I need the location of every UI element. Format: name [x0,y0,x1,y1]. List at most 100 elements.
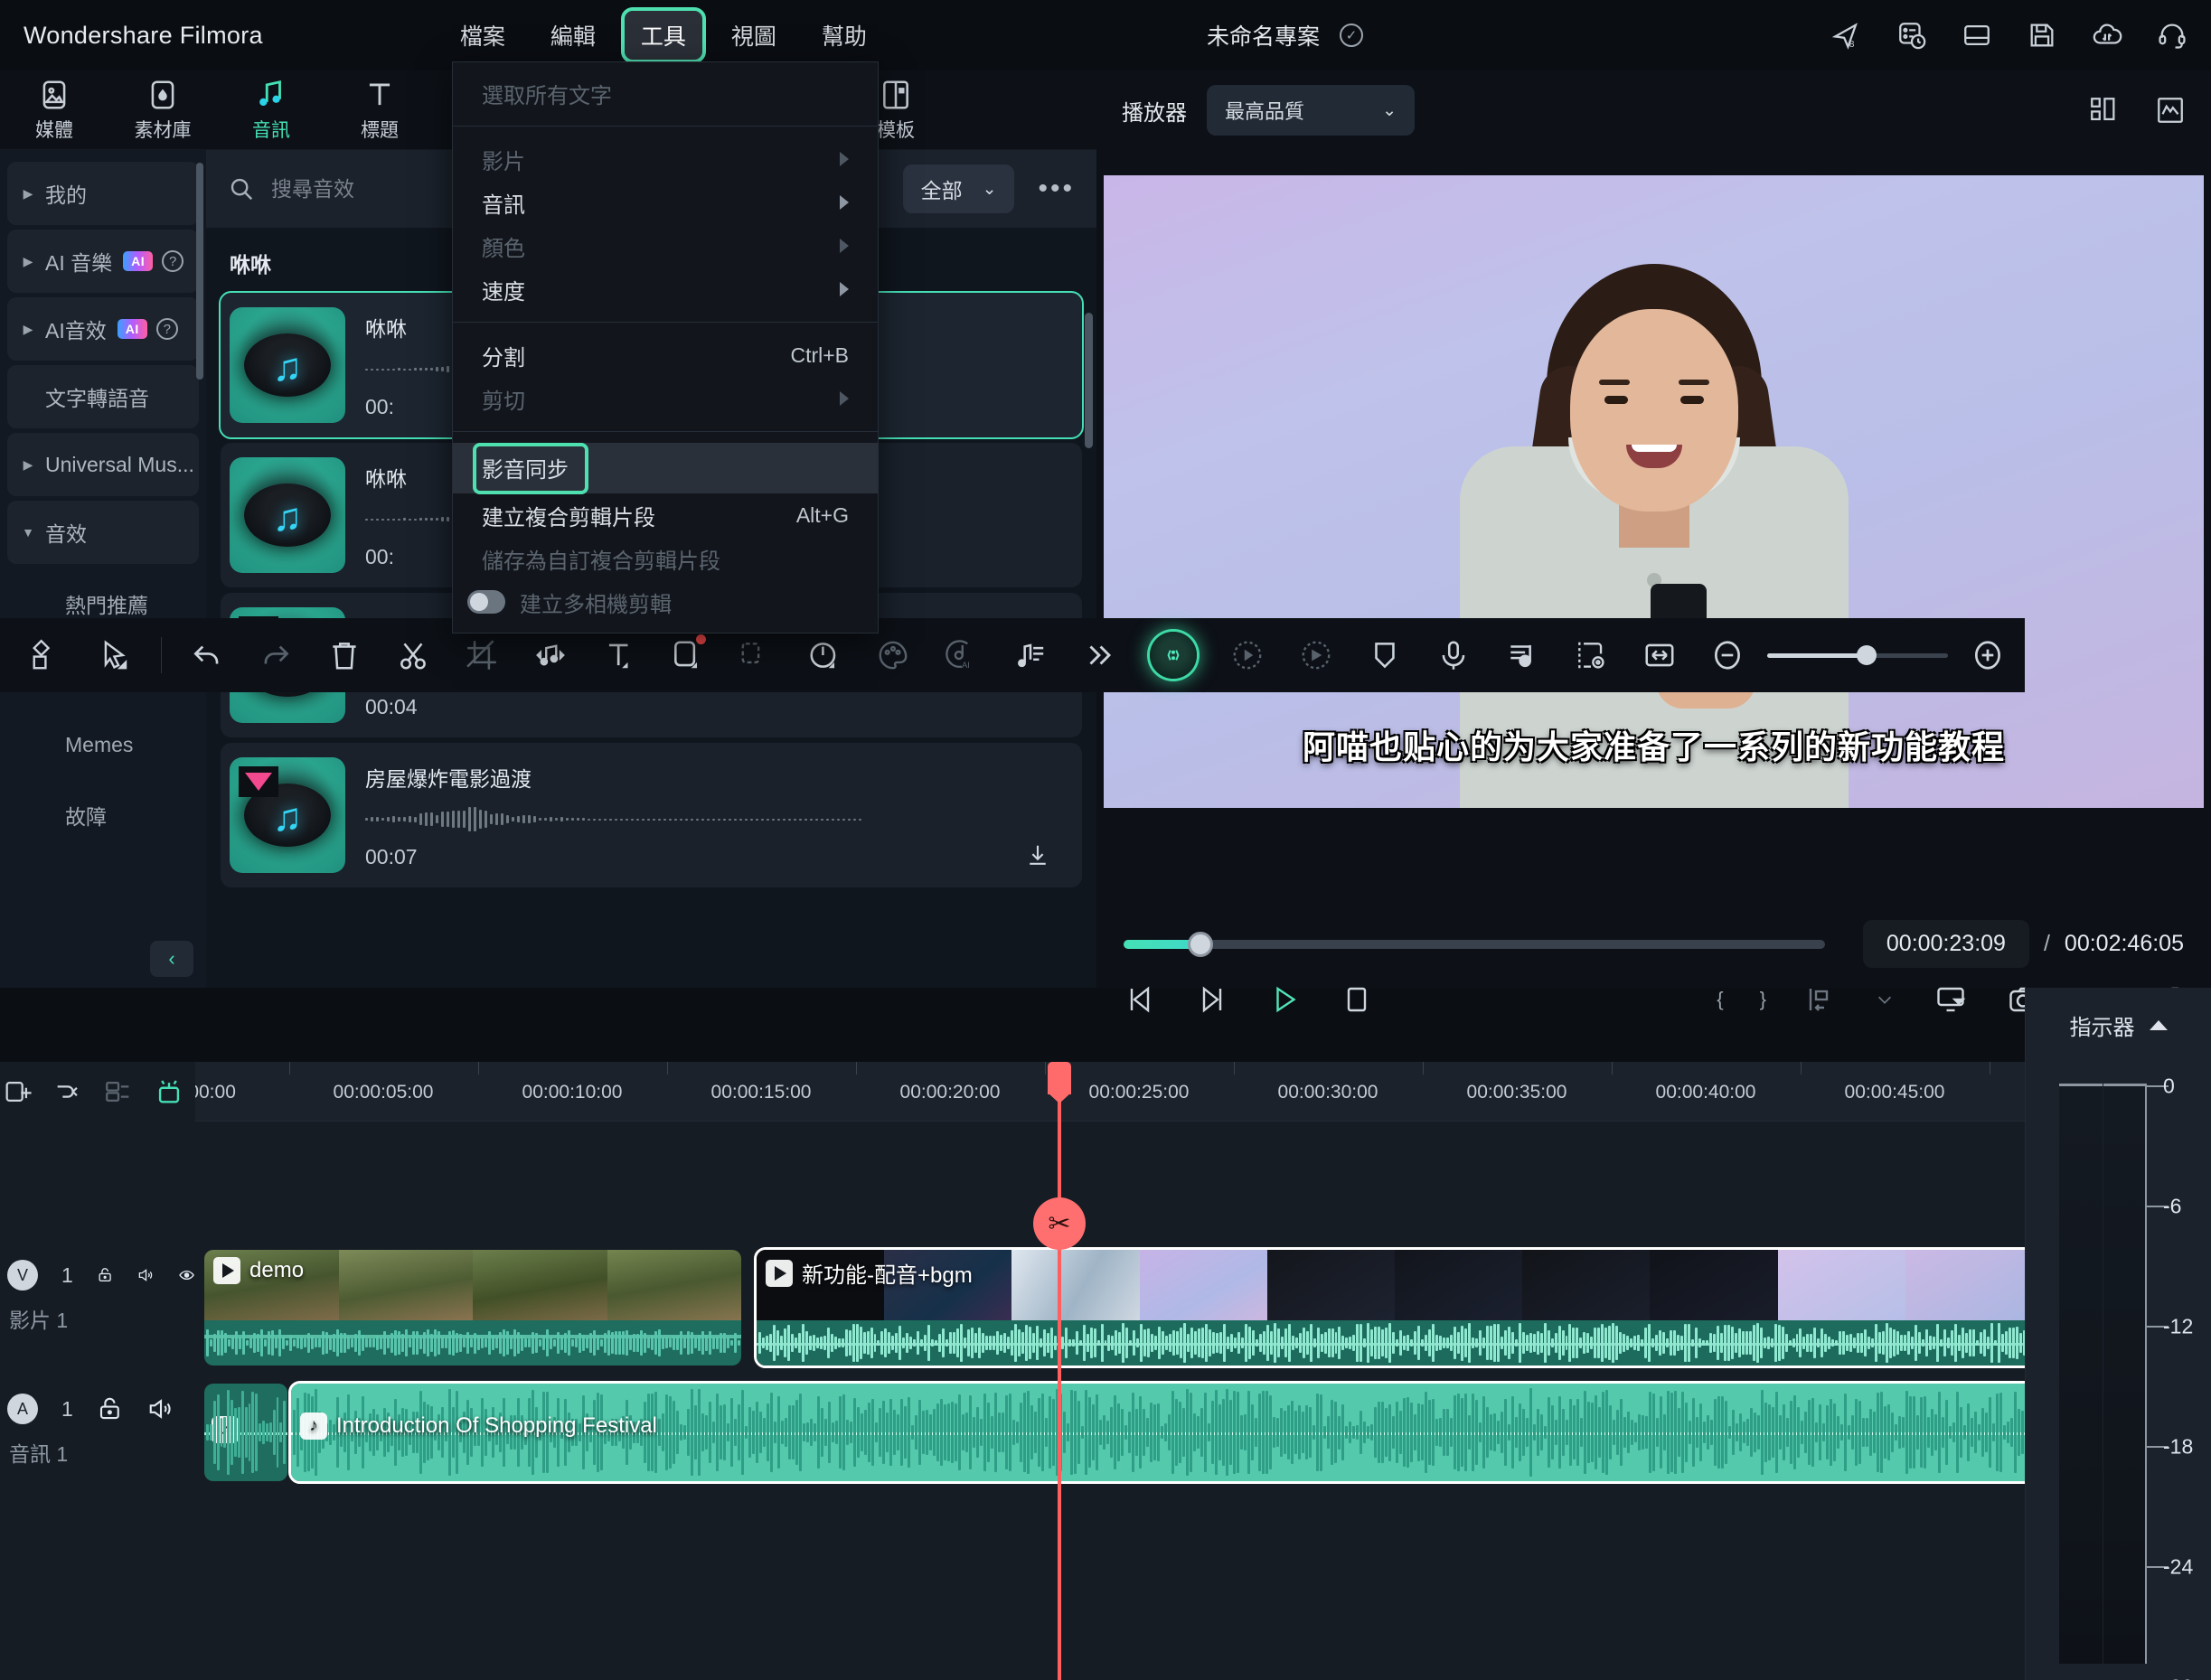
ai-audio-icon[interactable]: AI [945,638,979,672]
record-voice-icon[interactable] [1436,638,1471,672]
clip-audio-lead[interactable]: ♪ [204,1384,287,1481]
track-lane-video[interactable]: demo 新功能-配音+bgm [195,1250,2025,1366]
support-headset-icon[interactable] [2157,20,2187,51]
mark-in-icon[interactable]: { [1717,988,1723,1011]
redo-icon[interactable] [259,638,293,672]
zoom-slider[interactable] [1767,653,1948,658]
download-icon[interactable] [1024,842,1051,869]
sidebar-item-universal-music[interactable]: ▶ Universal Mus... [7,433,199,496]
video-preview-stage[interactable]: 阿喵也贴心的为大家准备了一系列的新功能教程 [1104,175,2204,808]
clip-introduction-of-shopping-festival[interactable]: ♪ Introduction Of Shopping Festival [291,1384,2036,1481]
filter-all-dropdown[interactable]: 全部 ⌄ [903,164,1015,213]
screen-record-icon[interactable] [1934,983,1967,1016]
delete-trash-icon[interactable] [327,638,362,672]
sidebar-item-sound-effects[interactable]: ▼ 音效 [7,501,199,564]
mark-out-icon[interactable]: } [1760,988,1766,1011]
group-clips-icon[interactable] [103,1076,134,1107]
fit-timeline-icon[interactable] [1642,638,1677,672]
playhead-handle[interactable] [1048,1062,1071,1094]
task-history-icon[interactable] [1896,20,1927,51]
cloud-sync-icon[interactable] [2092,20,2122,51]
link-clips-icon[interactable] [52,1076,83,1107]
zoom-slider-knob[interactable] [1857,645,1877,665]
keyframe-diamond-icon[interactable] [30,638,64,672]
menu-speed[interactable]: 速度 [453,267,878,311]
prev-frame-icon[interactable] [1124,983,1156,1016]
audio-detach-icon[interactable] [533,638,568,672]
clip-demo[interactable]: demo [204,1250,741,1366]
menu-split[interactable]: 分割 Ctrl+B [453,333,878,377]
chevron-down-icon[interactable] [1875,983,1895,1016]
sidebar-subitem-glitch[interactable]: 故障 [0,780,206,850]
quality-dropdown[interactable]: 最高品質 ⌄ [1207,85,1415,136]
ai-portrait-icon[interactable] [1150,632,1197,679]
layout-icon[interactable] [1962,20,1992,51]
more-chevrons-icon[interactable] [1082,638,1116,672]
sidebar-scrollbar[interactable] [196,163,203,380]
audio-mixer-icon[interactable] [1505,638,1539,672]
sidebar-item-ai-music[interactable]: ▶ AI 音樂 AI ? [7,230,199,293]
undo-icon[interactable] [190,638,224,672]
menu-create-compound-clip[interactable]: 建立複合剪輯片段 Alt+G [453,493,878,537]
split-scissors-badge[interactable]: ✂ [1033,1197,1086,1250]
sidebar-item-mine[interactable]: ▶ 我的 [7,162,199,225]
mute-speaker-icon[interactable] [137,1262,155,1289]
color-palette-icon[interactable] [876,638,910,672]
tab-template[interactable]: 模板 [877,78,915,143]
library-scrollbar[interactable] [1085,313,1093,448]
help-question-icon[interactable]: ? [162,250,183,272]
render-preview-icon[interactable] [1574,638,1608,672]
lock-icon[interactable] [97,1395,124,1422]
multicam-toggle[interactable] [467,590,505,614]
current-time[interactable]: 00:00:23:09 [1863,920,2029,968]
auto-snap-icon[interactable] [154,1076,184,1107]
sidebar-item-ai-sfx[interactable]: ▶ AI音效 AI ? [7,297,199,361]
zoom-out-icon[interactable] [1710,638,1745,672]
help-question-icon[interactable]: ? [156,318,178,340]
crop-pan-icon[interactable] [670,638,704,672]
hide-eye-icon[interactable] [178,1262,195,1289]
mute-speaker-icon[interactable] [147,1395,174,1422]
stop-icon[interactable] [1341,983,1373,1016]
preview-scrubber[interactable] [1124,940,1825,949]
text-tool-icon[interactable] [602,638,636,672]
menu-item-edit[interactable]: 編輯 [534,11,612,60]
mask-icon[interactable] [739,638,773,672]
marker-icon[interactable] [1368,638,1402,672]
more-dots-icon[interactable]: ••• [1038,174,1075,204]
menu-item-help[interactable]: 幫助 [805,11,883,60]
lock-icon[interactable] [97,1262,114,1289]
menu-item-tools[interactable]: 工具 [625,11,702,60]
play-icon[interactable] [1268,983,1301,1016]
tab-title[interactable]: 標題 [325,78,434,143]
tab-audio[interactable]: 音訊 [217,78,325,143]
sidebar-subitem-memes[interactable]: Memes [0,709,206,780]
tab-media[interactable]: 媒體 [0,78,108,143]
track-lane-audio[interactable]: ♪ ♪ Introduction Of Shopping Festival [195,1384,2025,1483]
keyframe-icon[interactable] [1802,983,1835,1016]
tab-stock-library[interactable]: 素材庫 [108,78,217,143]
ai-effect-icon[interactable] [1230,638,1265,672]
menu-audio[interactable]: 音訊 [453,181,878,224]
meter-header[interactable]: 指示器 [2026,988,2211,1062]
menu-av-sync[interactable]: 影音同步 [453,443,878,493]
ai-motion-icon[interactable] [1299,638,1333,672]
add-track-icon[interactable] [2,1076,33,1107]
next-frame-icon[interactable] [1196,983,1228,1016]
grid-view-icon[interactable] [2088,95,2119,126]
caret-up-icon[interactable] [2150,1020,2168,1030]
zoom-in-icon[interactable] [1971,638,2005,672]
split-scissors-icon[interactable] [396,638,430,672]
sidebar-collapse-button[interactable]: ‹ [150,941,193,977]
speed-icon[interactable] [807,638,842,672]
menu-item-file[interactable]: 檔案 [444,11,522,60]
clip-new-feature[interactable]: 新功能-配音+bgm [757,1250,2033,1366]
save-icon[interactable] [2027,20,2057,51]
scrubber-knob[interactable] [1188,932,1213,957]
share-export-icon[interactable]: 8 [1831,20,1862,51]
project-title-area[interactable]: 未命名專案 ✓ [1207,19,1363,52]
audio-mix-icon[interactable] [1013,638,1048,672]
menu-item-view[interactable]: 視圖 [715,11,793,60]
timeline-ruler[interactable]: 00:00:00 00:00:05:00 00:00:10:00 00:00:1… [195,1062,2025,1122]
playhead[interactable]: ✂ [1058,1062,1061,1680]
